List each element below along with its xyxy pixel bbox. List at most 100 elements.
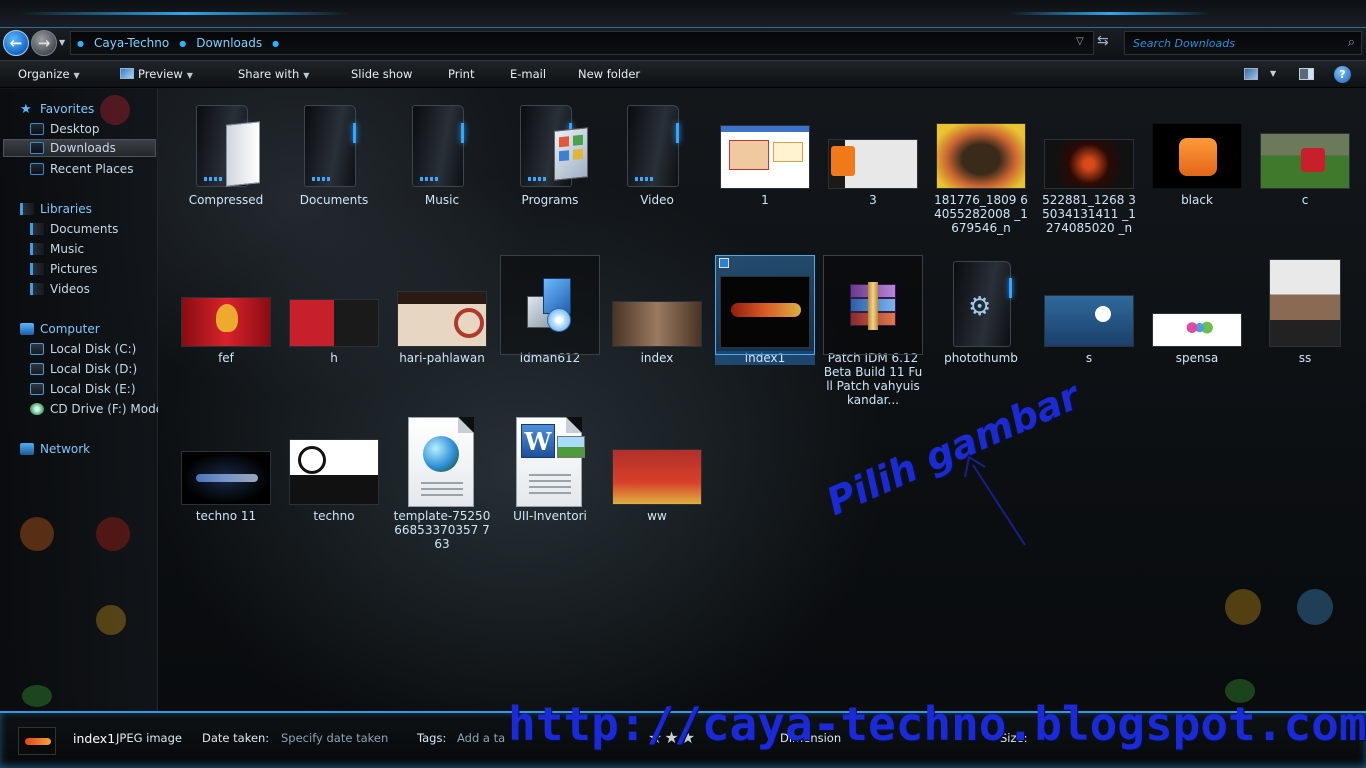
nav-libraries-label: Libraries: [40, 202, 92, 216]
details-tags-value[interactable]: Add a ta: [457, 731, 505, 745]
file-item-programs[interactable]: Programs: [500, 97, 600, 207]
print-button[interactable]: Print: [448, 67, 474, 81]
file-item-template[interactable]: template-75250 66853370357 763: [392, 413, 492, 551]
search-input[interactable]: [1133, 36, 1333, 50]
nav-desktop[interactable]: Desktop: [30, 120, 156, 138]
downloads-icon: [30, 142, 44, 154]
documents-icon: [30, 223, 44, 235]
image-thumbnail: [936, 123, 1026, 189]
nav-network[interactable]: Network: [20, 440, 156, 458]
file-item-c[interactable]: c: [1255, 97, 1355, 207]
blog-url-watermark: http://caya-techno.blogspot.com: [508, 697, 1366, 751]
breadcrumb-downloads[interactable]: Downloads: [196, 36, 262, 50]
annotation-arrow-icon: [964, 455, 1026, 546]
nav-disk-e[interactable]: Local Disk (E:): [30, 380, 156, 398]
desktop-icon: [30, 123, 44, 135]
search-box[interactable]: ⌕: [1124, 31, 1362, 55]
desktop-ghost-icon: [20, 517, 54, 551]
nav-cd-drive[interactable]: CD Drive (F:) Moden: [30, 400, 158, 418]
nav-music[interactable]: Music: [30, 240, 156, 258]
file-item-compressed[interactable]: Compressed: [176, 97, 276, 207]
folder-icon: [412, 105, 474, 187]
image-thumbnail: [289, 439, 379, 505]
file-item-patch-idm[interactable]: Patch IDM 6.12 Beta Build 11 Full Patch …: [823, 255, 923, 407]
network-icon: [20, 443, 34, 455]
address-field[interactable]: ● Caya-Techno ● Downloads ●: [70, 31, 1094, 55]
nav-recent-places[interactable]: Recent Places: [30, 160, 156, 178]
image-thumbnail: [612, 301, 702, 347]
nav-favorites[interactable]: ★ Favorites: [20, 100, 156, 118]
image-thumbnail: [1152, 313, 1242, 347]
preview-icon: [120, 68, 134, 79]
file-item-uii-inventori[interactable]: W UII-Inventori: [500, 413, 600, 523]
file-item-3[interactable]: 3: [823, 97, 923, 207]
recent-places-icon: [30, 163, 44, 175]
nav-computer[interactable]: Computer: [20, 320, 156, 338]
details-tags-label: Tags:: [417, 731, 447, 745]
refresh-icon[interactable]: ⇆: [1097, 33, 1109, 49]
file-item-index[interactable]: index: [607, 255, 707, 365]
nav-videos[interactable]: Videos: [30, 280, 156, 298]
share-with-button[interactable]: Share with ▼: [238, 67, 309, 81]
preview-button[interactable]: Preview ▼: [120, 67, 193, 81]
breadcrumb-caya-techno[interactable]: Caya-Techno: [94, 36, 169, 50]
file-item-black[interactable]: black: [1147, 97, 1247, 207]
file-item-techno[interactable]: techno: [284, 413, 384, 523]
new-folder-button[interactable]: New folder: [578, 67, 640, 81]
nav-documents[interactable]: Documents: [30, 220, 156, 238]
nav-disk-c-label: Local Disk (C:): [50, 342, 137, 356]
file-item-photothumb[interactable]: ⚙ photothumb: [931, 255, 1031, 365]
change-view-icon[interactable]: [1244, 68, 1258, 80]
organize-button[interactable]: Organize ▼: [18, 67, 80, 81]
file-item-hari-pahlawan[interactable]: hari-pahlawan: [392, 255, 492, 365]
email-button[interactable]: E-mail: [510, 67, 546, 81]
nav-disk-c[interactable]: Local Disk (C:): [30, 340, 156, 358]
image-thumbnail: [1260, 133, 1350, 189]
file-item-music[interactable]: Music: [392, 97, 492, 207]
chevron-down-icon[interactable]: ▼: [1270, 69, 1276, 78]
file-item-fef[interactable]: fef: [176, 255, 276, 365]
nav-downloads[interactable]: Downloads: [3, 139, 156, 157]
details-file-type: JPEG image: [116, 731, 182, 745]
details-date-value[interactable]: Specify date taken: [281, 731, 388, 745]
star-icon: ★: [20, 101, 32, 117]
file-item-522881[interactable]: 522881_1268 35034131411 _1274085020 _n: [1039, 97, 1139, 235]
nav-favorites-label: Favorites: [40, 102, 95, 116]
nav-pictures[interactable]: Pictures: [30, 260, 156, 278]
file-item-index1[interactable]: index1: [715, 255, 815, 365]
pictures-icon: [30, 263, 44, 275]
nav-libraries[interactable]: Libraries: [20, 200, 156, 218]
checkbox-icon[interactable]: [719, 258, 729, 268]
forward-button[interactable]: →: [31, 30, 57, 56]
address-dropdown-icon[interactable]: ▽: [1076, 36, 1084, 47]
file-item-spensa[interactable]: spensa: [1147, 255, 1247, 365]
file-item-idman612[interactable]: idman612: [500, 255, 600, 365]
breadcrumb-separator-icon: ●: [272, 38, 280, 48]
slide-show-button[interactable]: Slide show: [351, 67, 412, 81]
folder-icon: [627, 105, 689, 187]
file-item-documents[interactable]: Documents: [284, 97, 384, 207]
hard-disk-icon: [30, 383, 44, 395]
file-item-video[interactable]: Video: [607, 97, 707, 207]
file-item-181776[interactable]: 181776_1809 64055282008 _1679546_n: [931, 97, 1031, 235]
file-item-ww[interactable]: ww: [607, 413, 707, 523]
file-item-1[interactable]: 1: [715, 97, 815, 207]
history-dropdown-icon[interactable]: ▼: [59, 38, 65, 47]
html-document-icon: [408, 417, 474, 507]
hard-disk-icon: [30, 343, 44, 355]
file-item-h[interactable]: h: [284, 255, 384, 365]
nav-disk-d[interactable]: Local Disk (D:): [30, 360, 156, 378]
navigation-pane: ★ Favorites Desktop Downloads Recent Plac…: [0, 89, 158, 711]
help-icon[interactable]: ?: [1334, 66, 1351, 83]
search-icon[interactable]: ⌕: [1348, 35, 1355, 50]
computer-icon: [20, 323, 34, 335]
nav-videos-label: Videos: [50, 282, 90, 296]
preview-pane-icon[interactable]: [1299, 68, 1314, 80]
file-item-s[interactable]: s: [1039, 255, 1139, 365]
desktop-ghost-icon: [22, 685, 52, 707]
nav-desktop-label: Desktop: [50, 122, 100, 136]
file-label: template-75250 66853370357 763: [393, 509, 491, 551]
file-item-ss[interactable]: ss: [1255, 255, 1355, 365]
file-item-techno11[interactable]: techno 11: [176, 413, 276, 523]
back-button[interactable]: ←: [3, 30, 29, 56]
